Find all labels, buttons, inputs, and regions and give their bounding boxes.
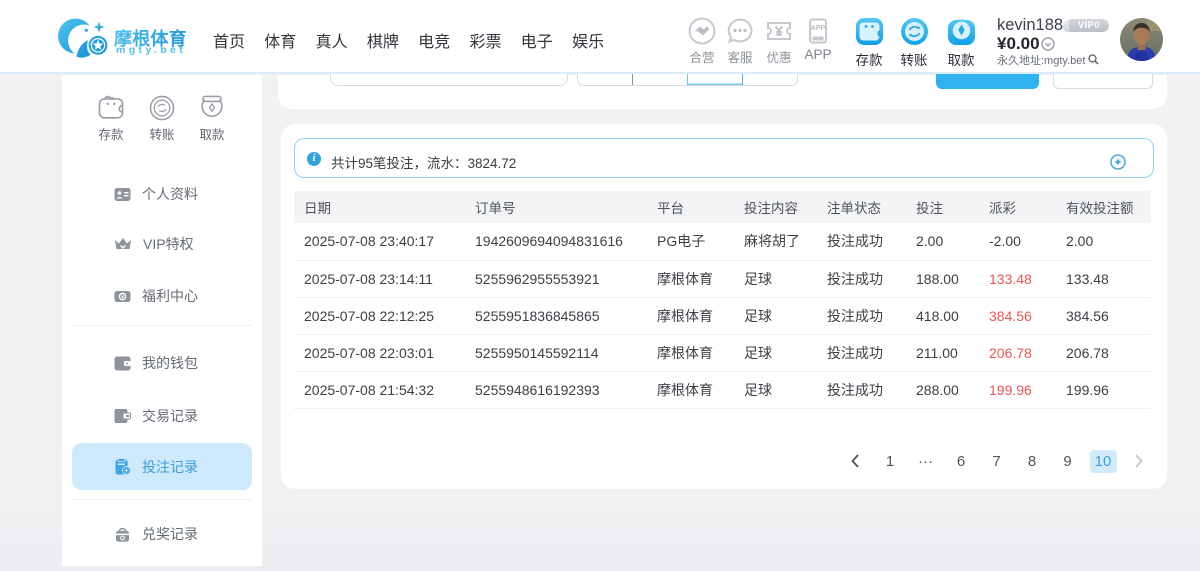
svg-text:APP: APP <box>811 25 826 32</box>
